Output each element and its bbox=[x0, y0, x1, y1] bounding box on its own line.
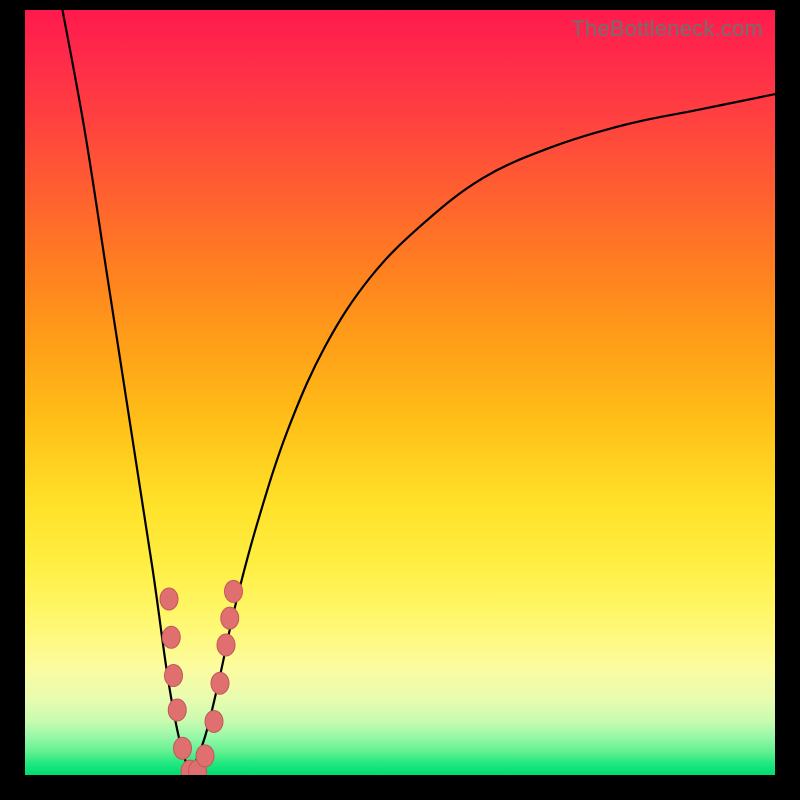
data-markers bbox=[160, 580, 243, 775]
curve-left-branch bbox=[63, 10, 191, 775]
data-marker bbox=[211, 672, 229, 694]
data-marker bbox=[174, 737, 192, 759]
data-marker bbox=[196, 745, 214, 767]
watermark-text: TheBottleneck.com bbox=[571, 16, 763, 42]
data-marker bbox=[165, 665, 183, 687]
data-marker bbox=[162, 626, 180, 648]
data-marker bbox=[225, 580, 243, 602]
data-marker bbox=[205, 710, 223, 732]
plot-area: TheBottleneck.com bbox=[25, 10, 775, 775]
data-marker bbox=[160, 588, 178, 610]
chart-overlay bbox=[25, 10, 775, 775]
data-marker bbox=[217, 634, 235, 656]
data-marker bbox=[221, 607, 239, 629]
chart-frame: TheBottleneck.com bbox=[0, 0, 800, 800]
bottleneck-curve bbox=[63, 10, 776, 775]
curve-right-branch bbox=[190, 94, 775, 775]
data-marker bbox=[168, 699, 186, 721]
